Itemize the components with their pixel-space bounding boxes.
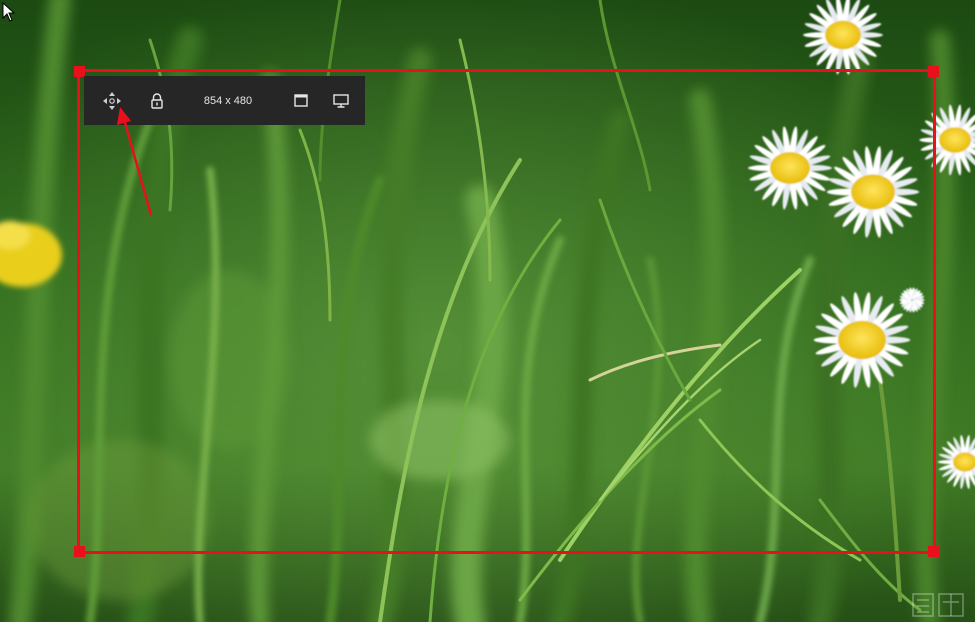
resize-handle-top-right[interactable] (928, 66, 939, 77)
window-capture-button[interactable] (286, 76, 316, 125)
dimensions-label: 854 x 480 (203, 94, 253, 107)
monitor-icon (333, 93, 349, 108)
window-icon (294, 94, 308, 107)
mouse-cursor-icon (2, 2, 16, 22)
resize-handle-bottom-right[interactable] (928, 546, 939, 557)
resize-handle-bottom-left[interactable] (74, 546, 85, 557)
capture-selection-region[interactable] (74, 66, 939, 557)
watermark-logo (912, 593, 964, 617)
annotation-arrow (117, 107, 153, 216)
fullscreen-capture-button[interactable] (326, 76, 356, 125)
